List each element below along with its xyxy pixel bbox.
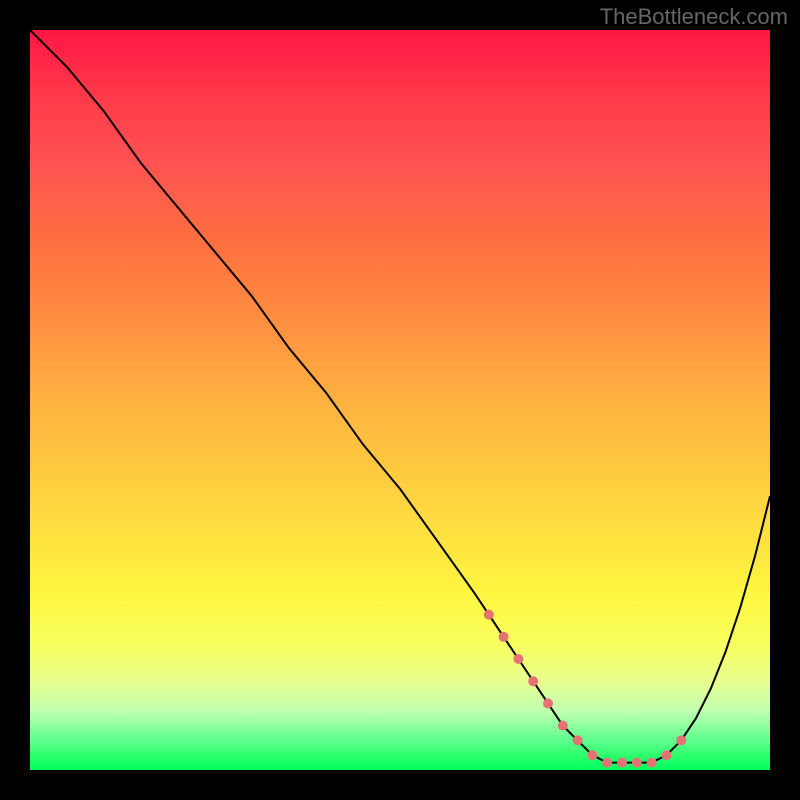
gradient-background: [30, 30, 770, 770]
chart-area: [30, 30, 770, 770]
watermark-text: TheBottleneck.com: [600, 4, 788, 30]
